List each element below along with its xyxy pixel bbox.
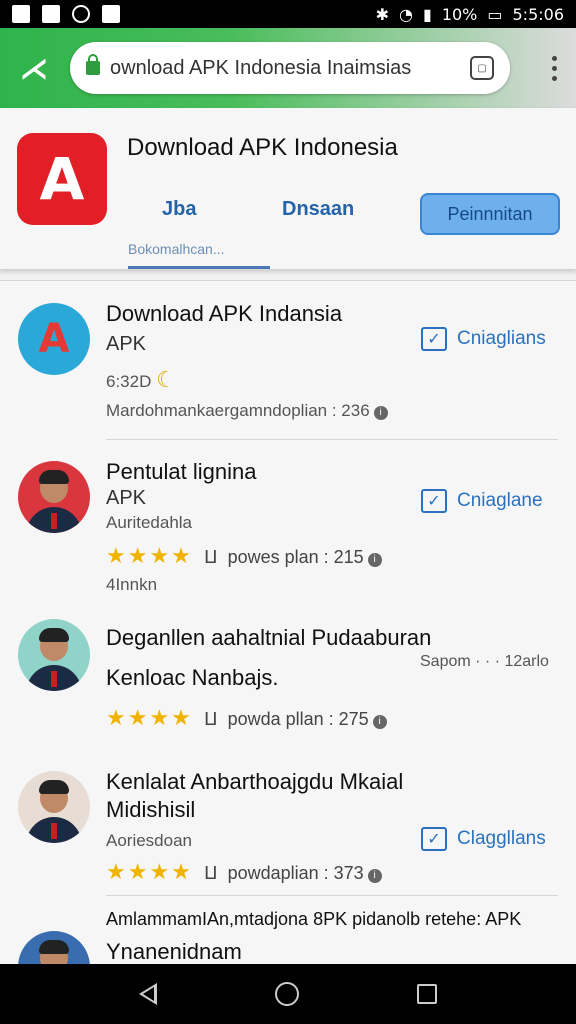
item-subtitle: APK (106, 333, 147, 355)
nav-home-icon[interactable] (275, 982, 299, 1006)
battery-percent: 10% (441, 4, 478, 24)
check-icon: ✓ (421, 827, 447, 851)
avatar (18, 771, 90, 843)
star-rating: ★★★★ (106, 543, 193, 568)
item-detail: Aoriesdoan (106, 831, 193, 850)
item-subtitle: APK (106, 487, 147, 509)
item-extra: 4Innkn (106, 575, 158, 594)
tab-switcher-icon[interactable]: ▢ (470, 56, 494, 80)
item-action-button[interactable]: ✓ Cniaglane (421, 489, 543, 513)
info-icon: i (373, 406, 388, 420)
bookmark-icon: ⵡ (204, 709, 218, 729)
clock: 5:5:06 (512, 4, 565, 24)
item-title: Deganllen aahaltnial Pudaaburan (106, 625, 432, 650)
tab-primary-subtitle: Bokomalhcan... (128, 241, 225, 257)
item-rating-text: ⵡ powes plan : 215 i (204, 547, 382, 568)
header-action-button[interactable]: Peinnnitan (420, 193, 560, 235)
item-rating-text: ⵡ powda pllan : 275 i (204, 709, 387, 730)
item-title: Download APK Indansia (106, 301, 343, 326)
star-rating: ★★★★ (106, 859, 193, 884)
item-action-label: Cniaglane (457, 490, 543, 511)
item-title: Pentulat lignina (106, 459, 257, 484)
tab-primary[interactable]: Jba (162, 198, 196, 221)
address-bar[interactable]: ownload APK Indonesia Inaimsias ▢ (70, 42, 510, 94)
avatar (18, 619, 90, 691)
bookmark-icon: ⵡ (204, 863, 218, 883)
star-rating: ★★★★ (106, 705, 193, 730)
app-list: A Download APK Indansia APK 6:32D ☾ Mard… (0, 280, 576, 1003)
image-icon (12, 5, 30, 23)
url-text: ownload APK Indonesia Inaimsias (110, 56, 412, 79)
divider (106, 439, 558, 440)
tab-active-indicator (128, 266, 270, 269)
tab-secondary[interactable]: Dnsaan (282, 198, 354, 221)
app-header-card: A Download APK Indonesia Jba Bokomalhcan… (0, 108, 576, 270)
item-subtitle: Kenloac Nanbajs. (106, 665, 279, 690)
nav-recents-icon[interactable] (417, 984, 437, 1004)
signal-icon: ▮ (423, 4, 432, 24)
banana-icon: ☾ (156, 367, 176, 392)
item-rating-text: ⵡ powdaplian : 373 i (204, 863, 382, 884)
item-meta: Mardohmankaergamndoplian : 236 i (106, 401, 388, 421)
item-title: Kenlalat Anbarthoajgdu Mkaial (106, 769, 404, 794)
wifi-icon: ◔ (399, 4, 413, 24)
item-title-line2: Ynanenidnam (106, 939, 242, 964)
app-icon: A (18, 303, 90, 375)
item-title: AmlammamIAn,mtadjona 8PK pidanolb retehe… (106, 909, 522, 929)
item-title-line2: Midishisil (106, 797, 196, 822)
status-left-icons (12, 5, 120, 23)
check-icon: ✓ (421, 489, 447, 513)
page-title: Download APK Indonesia (127, 134, 398, 161)
status-right: ✱ ◔ ▮ 10% ▭ 5:5:06 (376, 5, 564, 24)
bookmark-icon: ⵡ (204, 547, 218, 567)
item-action-label: Claggllans (457, 828, 546, 849)
status-bar: ✱ ◔ ▮ 10% ▭ 5:5:06 (0, 0, 576, 28)
item-action-button[interactable]: ✓ Claggllans (421, 827, 546, 851)
browser-toolbar: ⋌ ownload APK Indonesia Inaimsias ▢ (0, 28, 576, 108)
nav-back-icon[interactable] (139, 983, 157, 1005)
info-icon: i (367, 553, 382, 567)
check-icon: ✓ (421, 327, 447, 351)
divider (106, 895, 558, 896)
item-action-label: Cniaglians (457, 328, 546, 349)
app-logo-icon: A (17, 133, 107, 225)
info-icon: i (367, 869, 382, 883)
item-detail: Auritedahla (106, 513, 193, 532)
nfc-icon (42, 5, 60, 23)
info-icon: i (372, 715, 387, 729)
lock-icon (86, 54, 100, 75)
notification-icon (102, 5, 120, 23)
item-meta-right: Sapom · · · 12arlo (420, 653, 549, 670)
bluetooth-icon: ✱ (375, 4, 390, 24)
overflow-menu-icon[interactable] (544, 55, 564, 81)
record-icon (72, 5, 90, 23)
item-action-button[interactable]: ✓ Cniaglians (421, 327, 546, 351)
battery-icon: ▭ (487, 4, 503, 24)
avatar (18, 461, 90, 533)
back-arrow-icon[interactable]: ⋌ (12, 46, 56, 90)
item-detail: 6:32D ☾ (106, 367, 176, 392)
system-nav-bar (0, 964, 576, 1024)
